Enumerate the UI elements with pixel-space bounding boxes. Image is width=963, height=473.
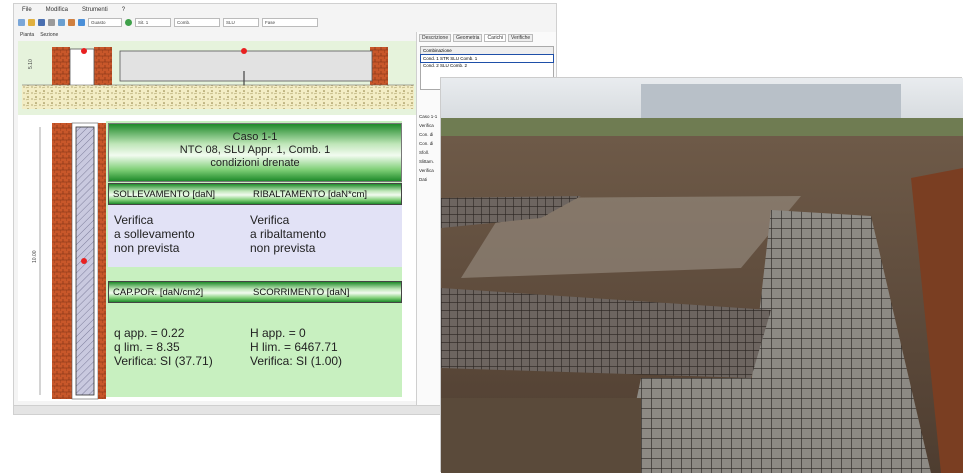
list-item[interactable]: Sfoll. (419, 148, 437, 157)
list-item[interactable]: Cond. 2 SLU Comb. 2 (421, 62, 553, 69)
text-line: Verifica (114, 213, 154, 227)
save-icon[interactable] (38, 18, 45, 26)
tab-carichi[interactable]: Carichi (484, 34, 507, 42)
list-item[interactable]: Con. di (419, 130, 437, 139)
text-line: Verifica: SI (1.00) (250, 354, 343, 368)
text-line: H app. = 0 (250, 326, 306, 340)
list-header: Combinazione (421, 47, 553, 55)
print-icon[interactable] (48, 18, 55, 26)
dim-label: 5.10 (28, 59, 34, 69)
cell-ribaltamento: Verifica a ribaltamento non prevista (250, 213, 326, 255)
combo-4[interactable]: SLU (223, 17, 259, 27)
settings-icon[interactable] (68, 18, 75, 26)
list-item[interactable]: Verifica (419, 166, 437, 175)
cell-cap-por: q app. = 0.22 q lim. = 8.35 Verifica: SI… (114, 326, 213, 368)
green-check-icon[interactable] (125, 18, 132, 26)
text-line: q app. = 0.22 (114, 326, 185, 340)
case-norm: NTC 08, SLU Appr. 1, Comb. 1 (179, 144, 331, 156)
drawing-area: 5.10 10.00 Caso 1-1 NTC 08, SLU Appr. 1,… (18, 41, 416, 401)
marker-point (81, 258, 87, 264)
right-wall-plan (98, 123, 106, 399)
menu-strumenti[interactable]: Strumenti (82, 7, 108, 13)
tab-descrizione[interactable]: Descrizione (419, 34, 452, 42)
header-scorrimento: SCORRIMENTO [daN] (253, 286, 350, 298)
menu-bar: File Modifica Strumenti ? (14, 4, 556, 15)
header-cap-por: CAP.POR. [daN/cm2] (113, 286, 204, 298)
soil-layer (22, 85, 414, 109)
tab-pianta[interactable]: Pianta (20, 32, 34, 38)
list-item[interactable]: Caso 1-1 (419, 112, 437, 121)
menu-modifica[interactable]: Modifica (46, 7, 68, 13)
text-line: q lim. = 8.35 (114, 340, 180, 354)
cell-sollevamento: Verifica a sollevamento non prevista (114, 213, 195, 255)
dim-label: 10.00 (32, 250, 38, 263)
foundation-beam (119, 50, 373, 82)
text-line: non prevista (250, 241, 316, 255)
marker-point (81, 48, 87, 54)
text-line: non prevista (114, 241, 180, 255)
text-line: Verifica (250, 213, 290, 227)
combo-2[interactable]: Sit. 1 (135, 17, 171, 27)
marker-point (241, 48, 247, 54)
rebar-photo-image (441, 78, 963, 473)
open-folder-icon[interactable] (28, 18, 35, 26)
list-item[interactable]: Dati (419, 175, 437, 184)
info-icon[interactable] (78, 18, 85, 26)
menu-file[interactable]: File (22, 7, 32, 13)
cell-scorrimento: H app. = 0 H lim. = 6467.71 Verifica: SI… (250, 326, 342, 368)
header-ribaltamento: RIBALTAMENTO [daN*cm] (253, 188, 368, 200)
text-line: a sollevamento (114, 227, 195, 241)
case-condition: condizioni drenate (210, 157, 300, 169)
tab-verifiche[interactable]: Verifiche (508, 34, 534, 42)
building (641, 84, 901, 120)
toolbar: Guasto Sit. 1 Comb. SLU Fase (14, 15, 556, 29)
text-line: H lim. = 6467.71 (250, 340, 338, 354)
case-title-box: Caso 1-1 NTC 08, SLU Appr. 1, Comb. 1 co… (108, 123, 402, 182)
combo-5[interactable]: Fase (262, 17, 318, 27)
tab-geometria[interactable]: Geometria (453, 34, 483, 42)
combo-1[interactable]: Guasto (88, 17, 122, 27)
menu-help[interactable]: ? (122, 7, 125, 13)
case-id: Caso 1-1 (232, 131, 278, 143)
right-panel-tabs: Descrizione Geometria Carichi Verifiche (417, 32, 556, 44)
properties-list: Caso 1-1 Verifica Con. di Con. di Sfoll.… (419, 112, 437, 184)
left-wall-plan (52, 123, 72, 399)
construction-photo (441, 78, 963, 473)
list-item[interactable]: Verifica (419, 121, 437, 130)
rebar-mesh-front (621, 378, 771, 473)
text-line: Verifica: SI (37.71) (114, 354, 213, 368)
tab-sezione[interactable]: Sezione (40, 32, 58, 38)
header-row-1: SOLLEVAMENTO [daN] RIBALTAMENTO [daN*cm] (108, 183, 402, 205)
header-row-2: CAP.POR. [daN/cm2] SCORRIMENTO [daN] (108, 281, 402, 303)
list-item[interactable]: Slittam. (419, 157, 437, 166)
header-sollevamento: SOLLEVAMENTO [daN] (113, 188, 216, 200)
soil-foreground (441, 398, 641, 473)
list-item[interactable]: Cond. 1 STR SLU Comb. 1 (420, 54, 554, 63)
text-line: a ribaltamento (250, 227, 327, 241)
combo-3[interactable]: Comb. (174, 17, 220, 27)
list-item[interactable]: Con. di (419, 139, 437, 148)
new-file-icon[interactable] (18, 18, 25, 26)
copy-icon[interactable] (58, 18, 65, 26)
field (441, 118, 963, 138)
